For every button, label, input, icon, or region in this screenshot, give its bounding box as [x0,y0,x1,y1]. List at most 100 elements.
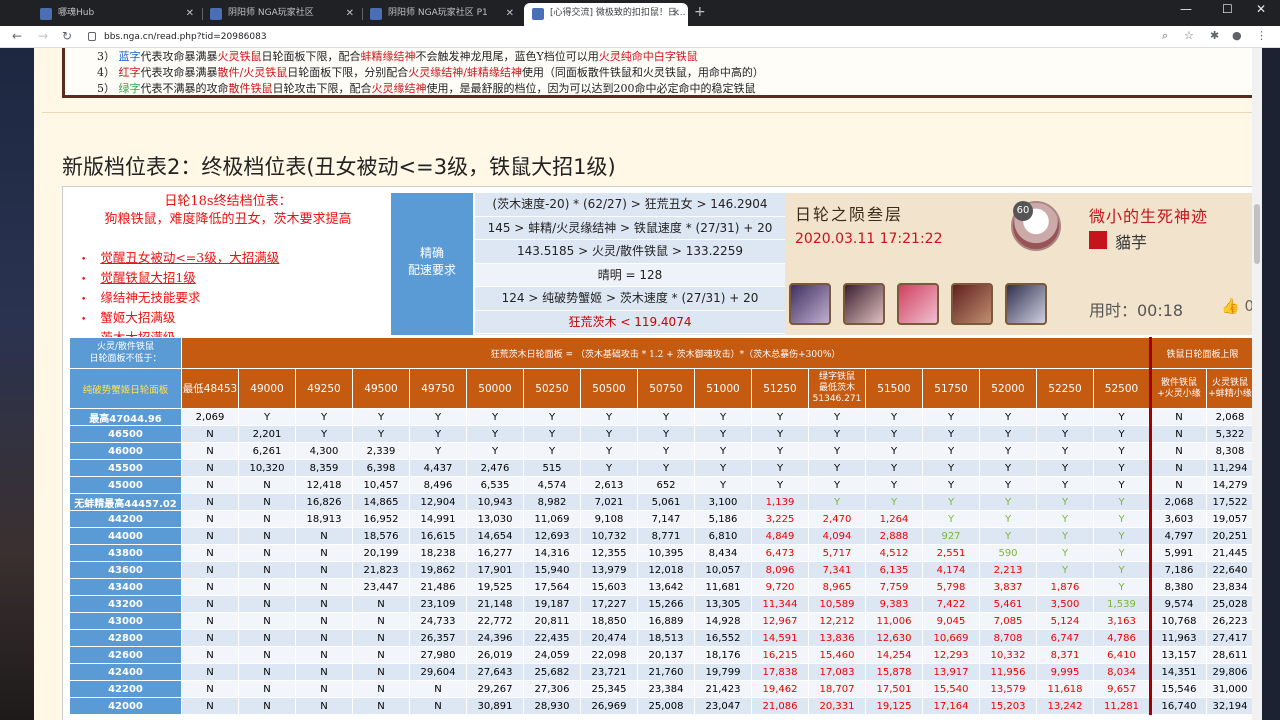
column-header: 50000 [466,368,524,409]
column-header: 49500 [352,368,410,409]
address-bar[interactable]: bbs.nga.cn/read.php?tid=20986083 [104,29,267,45]
nga-favicon-icon [210,8,222,20]
table-row: 43600 N N N 21,823 19,862 17,901 15,940 13,979 12… [69,561,1254,579]
tab-label: 阴阳师 NGA玩家社区 P1 [388,8,488,18]
table-cell: 6,810 [694,527,752,545]
close-window-icon[interactable]: ✕ [1256,2,1266,16]
lock-icon[interactable] [88,32,96,41]
table-cell: Y [1093,442,1151,460]
table-cell: N [295,561,353,579]
table-cell: 10,332 [979,646,1037,664]
table-cell: Y [808,493,866,511]
table-cell: 11,681 [694,578,752,596]
table-row: 42600 N N N N 27,980 26,019 24,059 22,098 20,137 1… [69,646,1254,664]
profile-avatar-icon[interactable]: ● [1232,29,1242,42]
table-cell: Y [1036,493,1094,511]
table-cell: N [295,578,353,596]
table-cell: 18,850 [580,612,638,630]
table-cell: 3,163 [1093,612,1151,630]
table-cell: 10,768 [1149,612,1207,630]
table-cell: 25,008 [637,697,695,715]
zoom-icon[interactable]: ⌕ [1162,29,1168,43]
formula-line: 晴明 = 128 [475,263,785,287]
scrollbar-thumb[interactable] [1254,204,1260,264]
table-cell: 23,834 [1206,578,1254,596]
minimize-icon[interactable]: — [1180,2,1192,16]
divider [42,112,1262,113]
table-cell: 29,806 [1206,663,1254,681]
table-cell: Y [922,408,980,426]
maximize-icon[interactable]: ☐ [1222,2,1233,16]
table-cell: 4,786 [1093,629,1151,647]
table-cell: 8,708 [979,629,1037,647]
table-cell: 17,901 [466,561,524,579]
table-cell: 24,733 [409,612,467,630]
table-cell: Y [580,425,638,443]
column-header: 绿字铁鼠 最低茨木 51346.271 [808,368,866,409]
bookmark-star-icon[interactable]: ☆ [1184,29,1194,42]
row-label: 44000 [69,527,182,545]
table-cell: 12,630 [865,629,923,647]
forward-arrow-icon[interactable]: → [38,29,48,43]
table-cell: 11,618 [1036,680,1094,698]
back-arrow-icon[interactable]: ← [12,29,22,43]
table-cell: 30,891 [466,697,524,715]
tab-3[interactable]: 阴阳师 NGA玩家社区 P1 ✕ [362,3,522,26]
table-cell: 3,837 [979,578,1037,596]
table-cell: 16,889 [637,612,695,630]
table-cell: 12,904 [409,493,467,511]
table-cell: 32,194 [1206,697,1254,715]
table-cell: 9,720 [751,578,809,596]
close-tab-icon[interactable]: ✕ [506,3,514,24]
table-row: 45000 N N 12,418 10,457 8,496 6,535 4,574 2,613 6… [69,476,1254,494]
close-tab-icon[interactable]: ✕ [346,3,354,24]
table-cell: 11,956 [979,663,1037,681]
tab-1[interactable]: 哪魂Hub ✕ [32,3,202,26]
close-tab-icon[interactable]: ✕ [672,3,680,24]
tab-2[interactable]: 阴阳师 NGA玩家社区 ✕ [202,3,362,26]
table-row: 无蚌精最高44457.02 N N 16,826 14,865 12,904 10,943 8… [69,493,1254,511]
table-cell: 26,357 [409,629,467,647]
table-cell: N [295,697,353,715]
reload-icon[interactable]: ↻ [62,29,72,43]
table-cell: Y [922,442,980,460]
table-cell: 1,539 [1093,595,1151,613]
new-tab-button[interactable]: + [694,4,706,20]
table-cell: Y [922,510,980,528]
table-cell: 5,717 [808,544,866,562]
table-cell: 18,707 [808,680,866,698]
table-cell: Y [466,442,524,460]
table-cell: 15,940 [523,561,581,579]
table-cell: 21,823 [352,561,410,579]
table-cell: 15,203 [979,697,1037,715]
menu-dots-icon[interactable]: ⋮ [1256,29,1267,42]
table-cell: 4,174 [922,561,980,579]
table-cell: 28,611 [1206,646,1254,664]
table-cell: 9,574 [1149,595,1207,613]
note-text: 日轮面板下限，配合 [261,50,361,63]
table-cell: 6,135 [865,561,923,579]
table-cell: Y [922,459,980,477]
row-label: 42000 [69,697,182,715]
row-label: 最高47044.96 [69,408,182,426]
extensions-icon[interactable]: ✱ [1210,29,1219,42]
requirement-text: 蟹姬大招满级 [100,310,176,325]
table-cell: Y [1036,425,1094,443]
table-cell: 15,540 [922,680,980,698]
page-scrollbar[interactable] [1252,48,1262,720]
table-cell: 10,395 [637,544,695,562]
shikigami-portrait [897,283,939,325]
table-cell: 17,564 [523,578,581,596]
table-cell: N [181,425,239,443]
table-cell: 6,261 [238,442,296,460]
note-text: 散件铁鼠 [228,82,273,95]
table-cell: 21,423 [694,680,752,698]
table-cell: Y [808,425,866,443]
table-cell: Y [295,425,353,443]
tab-4-active[interactable]: [心得交流] 微极致的扣扣鼠！日... ✕ [524,3,688,26]
table-cell: 16,740 [1149,697,1207,715]
table-cell: Y [865,408,923,426]
close-tab-icon[interactable]: ✕ [186,3,194,24]
table-cell: 4,512 [865,544,923,562]
table-cell: N [238,612,296,630]
